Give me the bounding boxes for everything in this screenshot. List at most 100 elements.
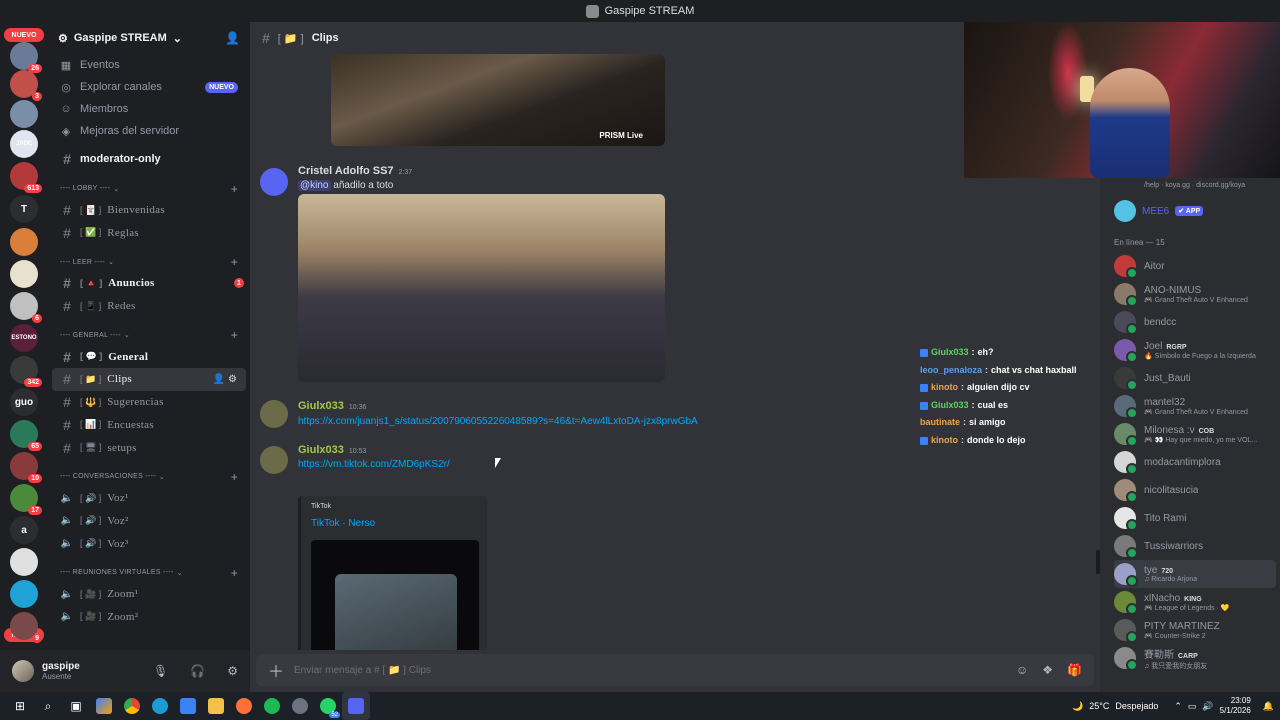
member-item[interactable]: PITY MARTINEZ 🎮 Counter-Strike 2 [1114, 616, 1276, 644]
add-channel-icon[interactable]: + [231, 566, 238, 580]
server-icon[interactable] [10, 228, 38, 256]
channel-zoom[interactable]: 🔈 [ 🎥 ] Zoom² [48, 606, 250, 629]
server-icon[interactable]: 9 [10, 612, 42, 643]
channel-encuestas[interactable]: # [ 📊 ] Encuestas [48, 414, 250, 437]
server-icon[interactable] [10, 100, 38, 128]
volume-icon[interactable]: 🔊 [1202, 701, 1213, 712]
server-icon[interactable]: ESTONO [10, 324, 38, 352]
member-item[interactable]: Joel RGRP 🔥 Símbolo de Fuego a la Izquierd… [1114, 336, 1276, 364]
member-item[interactable]: mantel32 🎮 Grand Theft Auto V Enhanced [1114, 392, 1276, 420]
network-icon[interactable]: ▭ [1188, 701, 1197, 712]
add-channel-icon[interactable]: + [231, 182, 238, 196]
add-channel-icon[interactable]: + [231, 255, 238, 269]
firefox-icon[interactable] [230, 692, 258, 720]
microphone-icon[interactable]: 🎙 [153, 664, 168, 678]
add-channel-icon[interactable]: + [231, 470, 238, 484]
settings-gear-icon[interactable]: ⚙ [227, 664, 238, 678]
channel-setups[interactable]: # [ 🖥 ] setups [48, 436, 250, 459]
embed-title[interactable]: TikTok · Nerso [311, 518, 375, 529]
channel-bienvenidas[interactable]: # [ 🃏 ] Bienvenidas [48, 199, 250, 222]
channel-anuncios[interactable]: # [ 🔺 ] Anuncios 1 [48, 272, 250, 295]
server-icon[interactable]: T [10, 195, 38, 223]
member-item[interactable]: modacantimplora [1114, 448, 1276, 476]
member-item[interactable]: nicolitasucia [1114, 476, 1276, 504]
discord-icon[interactable] [342, 692, 370, 720]
avatar[interactable] [260, 168, 288, 196]
avatar[interactable] [260, 400, 288, 428]
server-header[interactable]: ⚙ Gaspipe STREAM ⌄ 👤 [48, 22, 250, 54]
notification-icon[interactable]: 🔔 [1263, 701, 1274, 712]
member-item[interactable]: 賽勒斯 CARP ♫ 我只愛我的女朋友 [1114, 644, 1276, 672]
member-item[interactable]: bendcc [1114, 308, 1276, 336]
spotify-icon[interactable] [258, 692, 286, 720]
nav-item-miembros[interactable]: ☺ Miembros [48, 98, 250, 120]
user-mention[interactable]: @kino [298, 180, 331, 191]
category-header[interactable]: ---- CONVERSACIONES ---- ⌄ + [48, 467, 250, 487]
chrome-icon[interactable] [118, 692, 146, 720]
category-header[interactable]: ---- GENERAL ---- ⌄ + [48, 325, 250, 345]
category-header[interactable]: ---- LOBBY ---- ⌄ + [48, 179, 250, 199]
category-header[interactable]: ---- REUNIONES VIRTUALES ---- ⌄ + [48, 563, 250, 583]
nuevo-badge-top[interactable]: NUEVO [4, 28, 44, 42]
scrollbar[interactable] [1096, 550, 1100, 574]
member-item[interactable]: Just_Bauti [1114, 364, 1276, 392]
file-explorer-icon[interactable] [202, 692, 230, 720]
headphones-icon[interactable]: 🎧 [190, 664, 205, 678]
message-author[interactable]: Giulx033 10:53 [298, 444, 366, 456]
server-icon[interactable] [10, 260, 38, 288]
add-channel-icon[interactable]: + [231, 328, 238, 342]
add-attachment-icon[interactable]: ＋ [268, 658, 284, 682]
message-link[interactable]: https://x.com/juanjs1_s/status/200790605… [298, 416, 698, 427]
server-icon[interactable]: guo [10, 388, 38, 416]
category-header[interactable]: ---- LEER ---- ⌄ + [48, 252, 250, 272]
server-icon[interactable]: a [10, 516, 38, 544]
video-thumbnail[interactable] [311, 540, 479, 650]
server-icon[interactable]: 10 [10, 452, 42, 483]
channel-moderator-only[interactable]: # moderator-only [48, 148, 250, 171]
emoji-icon[interactable]: ☺ [1016, 663, 1028, 677]
avatar[interactable] [260, 446, 288, 474]
server-icon[interactable]: 342 [10, 356, 42, 387]
image-attachment[interactable]: PRISM Live [331, 54, 665, 146]
channel-clips[interactable]: # [ 📁 ] Clips 👤⚙ [52, 368, 246, 391]
message-author[interactable]: Cristel Adolfo SS7 2:37 [298, 165, 412, 177]
server-icon[interactable]: 17 [10, 484, 42, 515]
clock[interactable]: 23:09 5/1/2026 [1220, 696, 1251, 716]
message-composer[interactable]: ＋ Enviar mensaje a # [ 📁 ] Clips ☺ ❖ 🎁 [256, 654, 1094, 686]
gift-icon[interactable]: 🎁 [1067, 663, 1082, 677]
channel-settings-icon[interactable]: 👤⚙ [213, 374, 240, 385]
member-mee6[interactable]: MEE6 ✔ APP [1114, 200, 1204, 222]
weather-temp[interactable]: 25°C [1089, 701, 1109, 711]
channel-general[interactable]: # [ 💬 ] General [48, 345, 250, 368]
member-item[interactable]: tye 720 ♫ Ricardo Arjona [1114, 560, 1276, 588]
task-view-icon[interactable]: ▣ [62, 692, 90, 720]
server-icon[interactable]: 3 [10, 70, 42, 101]
copilot-icon[interactable] [90, 692, 118, 720]
message-author[interactable]: Giulx033 10:36 [298, 400, 366, 412]
member-item[interactable]: Tussiwarriors [1114, 532, 1276, 560]
message-link[interactable]: https://vm.tiktok.com/ZMD6pKS2r/ [298, 459, 450, 470]
server-icon[interactable] [10, 580, 38, 608]
steam-icon[interactable] [286, 692, 314, 720]
image-attachment[interactable] [298, 194, 665, 382]
nav-item-mejoras-del-servidor[interactable]: ◈ Mejoras del servidor [48, 120, 250, 142]
apps-icon[interactable]: ❖ [1042, 663, 1053, 677]
channel-redes[interactable]: # [ 📱 ] Redes [48, 295, 250, 318]
channel-sugerencias[interactable]: # [ 🔱 ] Sugerencias [48, 391, 250, 414]
channel-reglas[interactable]: # [ ✅ ] Reglas [48, 221, 250, 244]
whatsapp-icon[interactable]: 52 [314, 692, 342, 720]
server-icon[interactable]: 6 [10, 292, 42, 323]
server-icon[interactable]: 26 [10, 42, 42, 73]
invite-people-icon[interactable]: 👤 [225, 31, 240, 45]
link-embed[interactable]: TikTok TikTok · Nerso [298, 496, 487, 650]
member-item[interactable]: xlNacho KING 🎮 League of Legends · 💛 [1114, 588, 1276, 616]
edge-icon[interactable] [146, 692, 174, 720]
member-item[interactable]: Milonesa :v COB 🎮 👀 Hay que miedo, yo me V… [1114, 420, 1276, 448]
channel-voz[interactable]: 🔈 [ 🔊 ] Voz³ [48, 532, 250, 555]
member-item[interactable]: ANO-NIMUS 🎮 Grand Theft Auto V Enhanced [1114, 280, 1276, 308]
windows-start-icon[interactable]: ⊞ [6, 692, 34, 720]
server-icon[interactable]: 65 [10, 420, 42, 451]
channel-voz[interactable]: 🔈 [ 🔊 ] Voz¹ [48, 487, 250, 510]
channel-voz[interactable]: 🔈 [ 🔊 ] Voz² [48, 510, 250, 533]
server-icon[interactable] [10, 548, 38, 576]
